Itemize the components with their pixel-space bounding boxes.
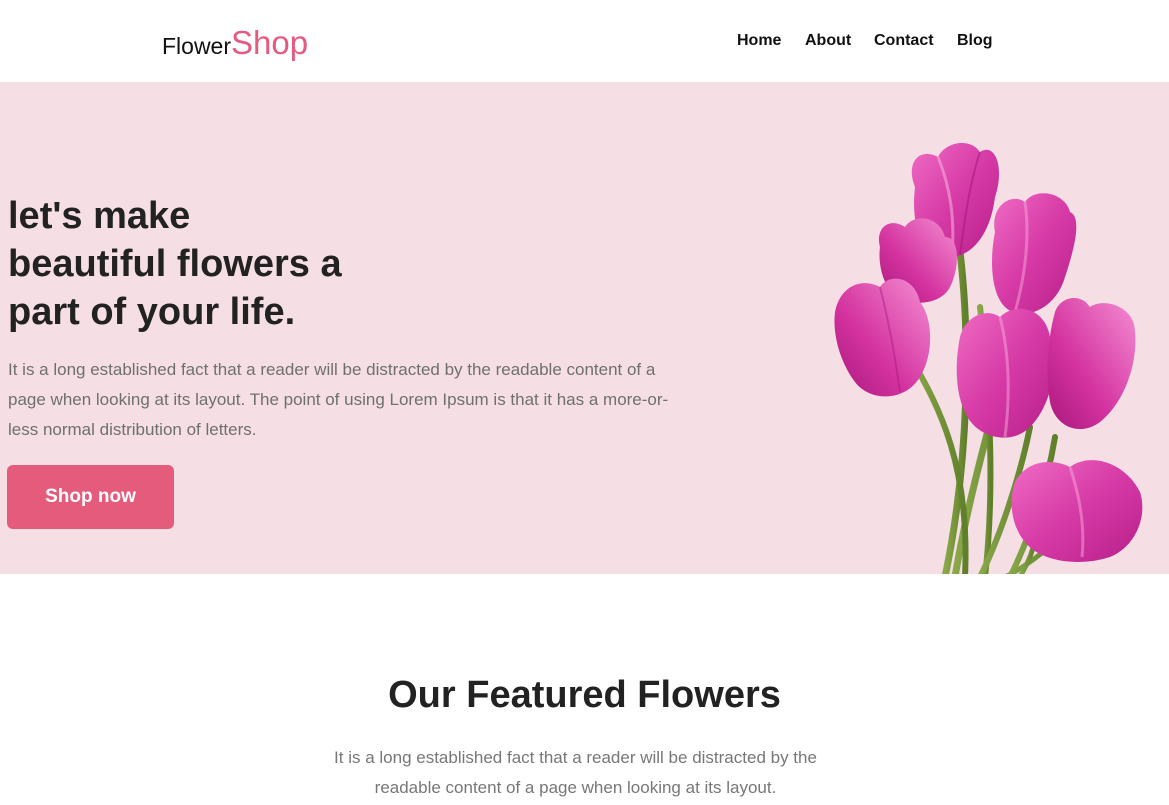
nav-link-about[interactable]: About xyxy=(805,32,851,50)
brand-name-accent: Shop xyxy=(231,24,309,61)
nav-link-contact[interactable]: Contact xyxy=(874,32,934,50)
navbar: Flower Shop Home About Contact Blog xyxy=(0,0,1169,82)
nav-link-blog[interactable]: Blog xyxy=(957,32,993,50)
brand-logo[interactable]: Flower Shop xyxy=(162,24,308,62)
hero-title-line: part of your life. xyxy=(8,291,296,333)
shop-now-button[interactable]: Shop now xyxy=(7,465,174,529)
nav-link-home[interactable]: Home xyxy=(737,32,781,50)
brand-name-main: Flower xyxy=(162,33,232,59)
featured-title: Our Featured Flowers xyxy=(388,674,781,716)
hero-description: It is a long established fact that a rea… xyxy=(8,360,669,439)
hero-title-line: let's make xyxy=(8,195,191,237)
featured-description: It is a long established fact that a rea… xyxy=(334,748,817,797)
hero-section: let's make beautiful flowers a part of y… xyxy=(0,82,1169,574)
hero-title: let's make beautiful flowers a part of y… xyxy=(8,192,428,336)
tulip-bouquet-image xyxy=(834,142,1143,574)
hero-title-line: beautiful flowers a xyxy=(8,243,342,285)
